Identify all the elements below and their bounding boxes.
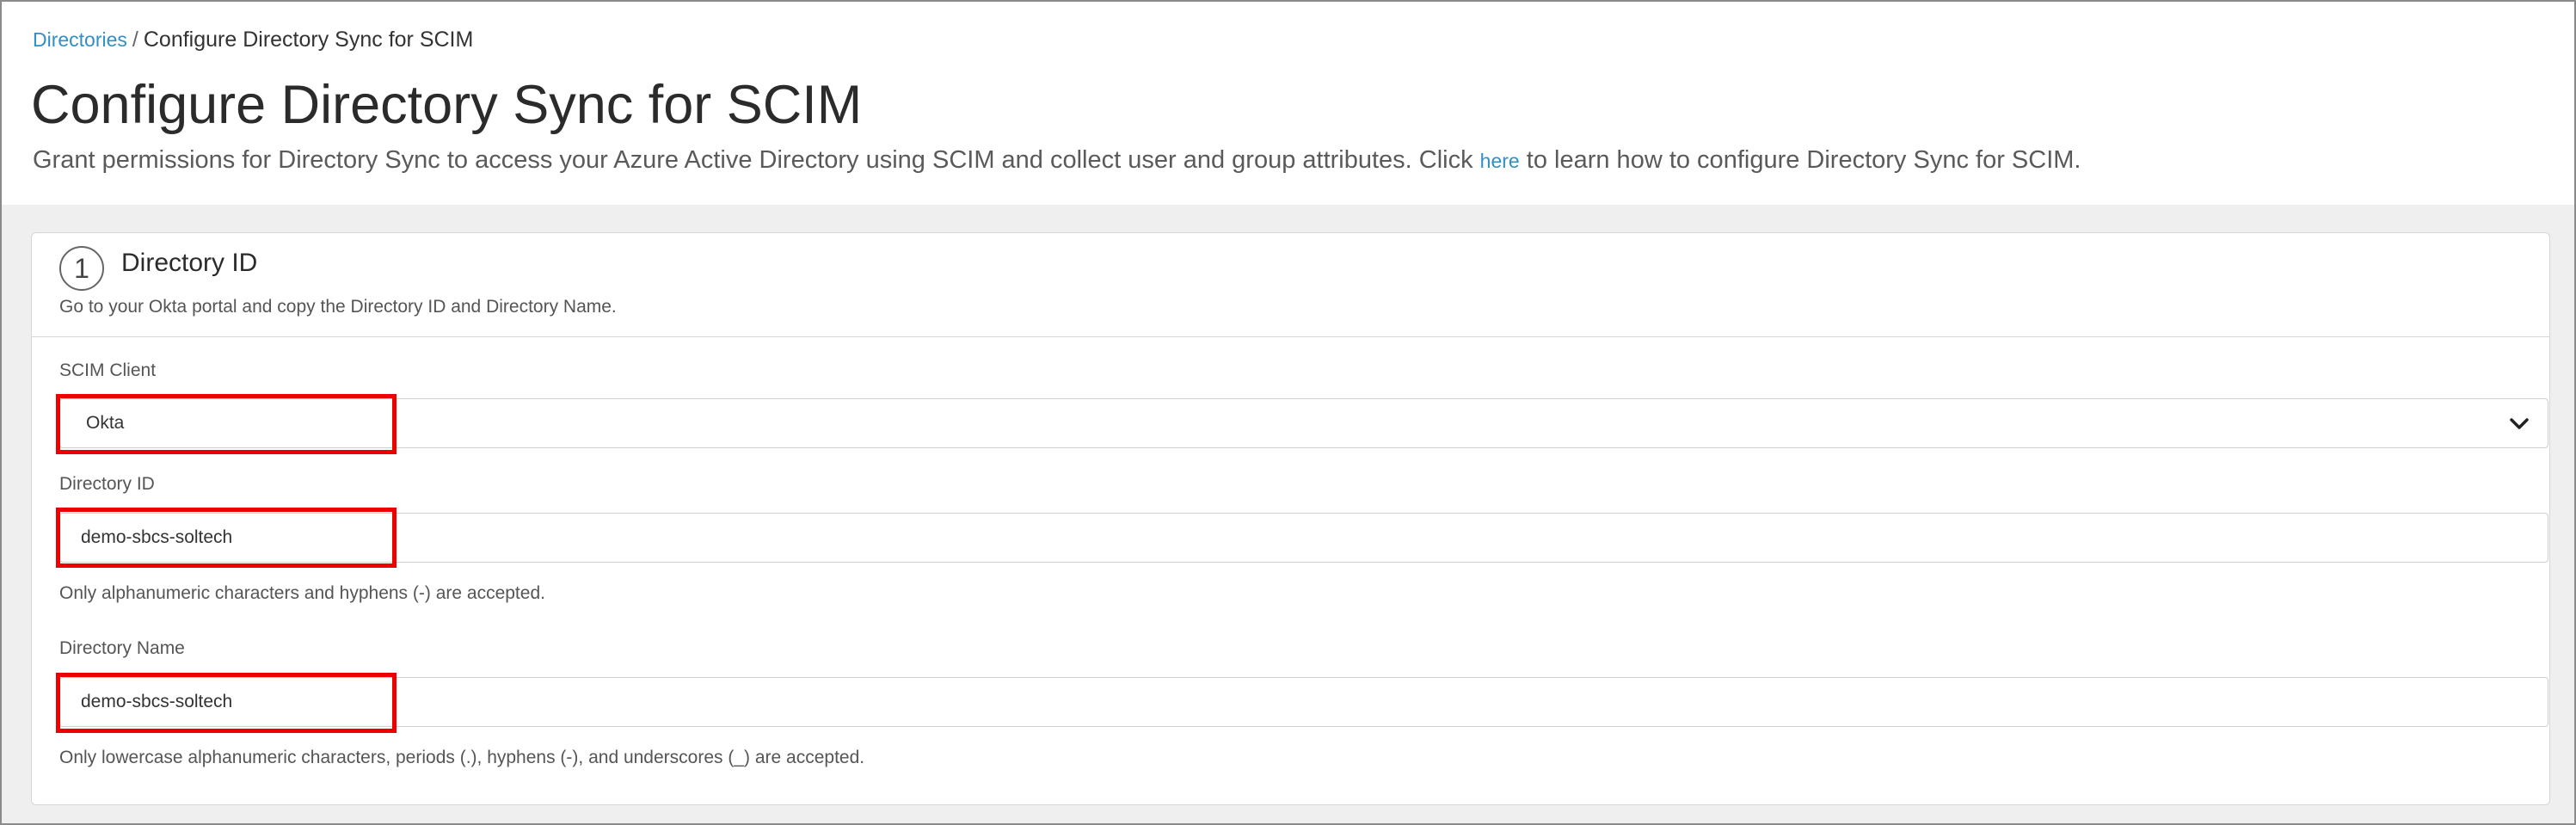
breadcrumb-separator: / — [132, 28, 138, 52]
breadcrumb-directories-link[interactable]: Directories — [33, 28, 127, 51]
page-header: Directories / Configure Directory Sync for… — [2, 2, 2574, 205]
scim-client-label: SCIM Client — [59, 360, 157, 380]
directory-name-label: Directory Name — [59, 638, 185, 658]
card-header: 1 Directory ID Go to your Okta portal an… — [32, 233, 2549, 337]
step-number-badge: 1 — [59, 246, 104, 291]
page-title: Configure Directory Sync for SCIM — [31, 75, 863, 135]
directory-name-highlight — [56, 673, 397, 733]
breadcrumb-current: Configure Directory Sync for SCIM — [143, 28, 474, 52]
directory-id-input[interactable]: demo-sbcs-soltech — [59, 513, 2548, 563]
card-subtitle: Go to your Okta portal and copy the Dire… — [59, 297, 617, 317]
page-description: Grant permissions for Directory Sync to … — [33, 146, 2081, 175]
learn-more-link[interactable]: here — [1480, 150, 1520, 172]
directory-name-input[interactable]: demo-sbcs-soltech — [59, 677, 2548, 727]
directory-id-card: 1 Directory ID Go to your Okta portal an… — [31, 232, 2550, 805]
breadcrumb: Directories / Configure Directory Sync for… — [33, 28, 473, 52]
directory-id-label: Directory ID — [59, 474, 155, 494]
page-description-text-end: to learn how to configure Directory Sync… — [1519, 146, 2081, 174]
scim-client-highlight — [56, 394, 397, 454]
chevron-down-icon — [2510, 418, 2529, 429]
page-description-text: Grant permissions for Directory Sync to … — [33, 146, 1480, 174]
app-window: Directories / Configure Directory Sync for… — [0, 0, 2576, 825]
scim-client-select[interactable]: Okta — [59, 398, 2548, 448]
card-title: Directory ID — [121, 249, 258, 277]
directory-id-help: Only alphanumeric characters and hyphens… — [59, 583, 545, 603]
directory-name-help: Only lowercase alphanumeric characters, … — [59, 748, 865, 767]
directory-id-highlight — [56, 508, 397, 568]
